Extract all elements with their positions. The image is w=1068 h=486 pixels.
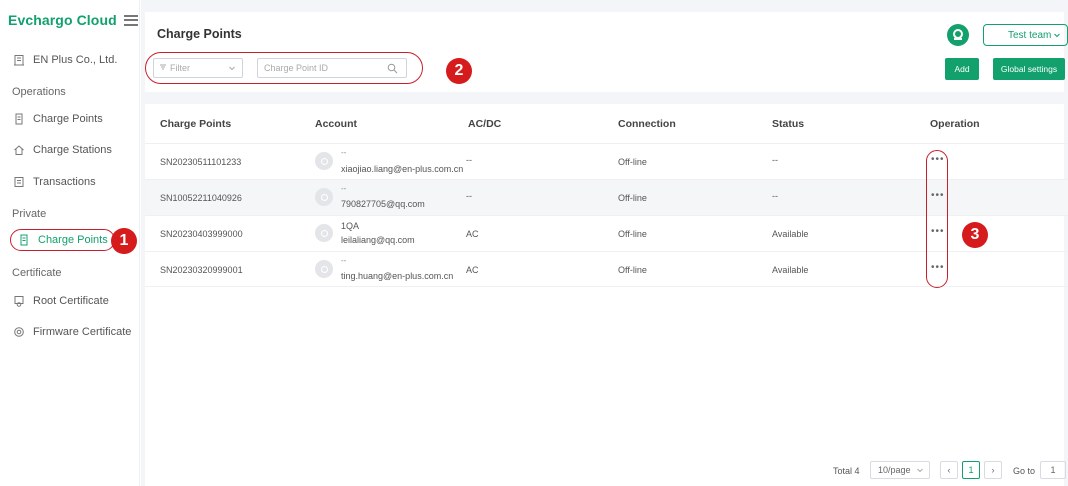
cell-connection: Off-line xyxy=(618,193,647,203)
add-button[interactable]: Add xyxy=(945,58,979,80)
cell-status: Available xyxy=(772,265,809,275)
cell-charge-point-id: SN10052211040926 xyxy=(160,193,242,203)
cell-acdc: AC xyxy=(466,229,479,239)
user-logo-icon[interactable] xyxy=(947,24,969,46)
goto-page-input[interactable]: 1 xyxy=(1040,461,1066,479)
sidebar-item-root-certificate[interactable]: Root Certificate xyxy=(12,291,109,311)
chevron-down-icon xyxy=(1053,31,1061,42)
cell-acdc: -- xyxy=(466,155,472,165)
cell-account-email: ting.huang@en-plus.com.cn xyxy=(341,271,454,281)
page-size-value: 10/page xyxy=(878,465,911,475)
cell-account-name: -- xyxy=(341,148,347,157)
receipt-icon xyxy=(12,176,25,189)
cell-acdc: -- xyxy=(466,191,472,201)
prev-page-button[interactable]: ‹ xyxy=(940,461,958,479)
sidebar-company-label: EN Plus Co., Ltd. xyxy=(33,54,118,66)
column-header-acdc: AC/DC xyxy=(468,118,502,130)
certificate-icon xyxy=(12,295,25,308)
sidebar-item-transactions[interactable]: Transactions xyxy=(12,172,96,192)
cell-status: Available xyxy=(772,229,809,239)
annotation-badge-1: 1 xyxy=(111,228,137,254)
cell-charge-point-id: SN20230511101233 xyxy=(160,157,242,167)
charger-icon xyxy=(17,234,30,247)
cell-connection: Off-line xyxy=(618,229,647,239)
sidebar-item-label: Root Certificate xyxy=(33,295,109,307)
cell-charge-point-id: SN20230403999000 xyxy=(160,229,243,239)
team-select-value: Test team xyxy=(1008,29,1052,41)
cell-account-name: -- xyxy=(341,184,347,193)
section-operations: Operations xyxy=(12,86,66,98)
section-certificate: Certificate xyxy=(12,267,62,279)
global-settings-button[interactable]: Global settings xyxy=(993,58,1065,80)
annotation-badge-2: 2 xyxy=(446,58,472,84)
sidebar-item-label: Charge Stations xyxy=(33,144,112,156)
column-header-account: Account xyxy=(315,118,357,130)
column-header-operation: Operation xyxy=(930,118,980,130)
brand: Evchargo Cloud xyxy=(0,0,139,40)
page-1-button[interactable]: 1 xyxy=(962,461,980,479)
column-header-charge-points: Charge Points xyxy=(160,118,232,130)
sidebar-item-label: Charge Points xyxy=(38,234,108,246)
team-select[interactable]: Test team xyxy=(983,24,1068,46)
cell-account-email: leilaliang@qq.com xyxy=(341,235,415,245)
cell-acdc: AC xyxy=(466,265,479,275)
sidebar-item-private-charge-points[interactable]: Charge Points xyxy=(10,229,115,251)
cell-account-email: 790827705@qq.com xyxy=(341,199,425,209)
cell-status: -- xyxy=(772,155,778,165)
next-page-button[interactable]: › xyxy=(984,461,1002,479)
brand-name: Evchargo Cloud xyxy=(8,12,117,28)
hamburger-menu-icon[interactable] xyxy=(123,14,138,26)
chevron-down-icon xyxy=(916,466,924,476)
section-private: Private xyxy=(12,208,47,220)
column-header-status: Status xyxy=(772,118,805,130)
avatar xyxy=(315,224,333,242)
cell-status: -- xyxy=(772,191,778,201)
sidebar-item-label: Transactions xyxy=(33,176,96,188)
avatar xyxy=(315,152,333,170)
cell-account-email: xiaojiao.liang@en-plus.com.cn xyxy=(341,164,464,174)
charger-icon xyxy=(12,113,25,126)
avatar xyxy=(315,260,333,278)
annotation-highlight-2 xyxy=(145,52,423,84)
home-icon xyxy=(12,144,25,157)
sidebar-item-label: Firmware Certificate xyxy=(33,326,132,338)
goto-label: Go to xyxy=(1013,466,1036,476)
sidebar-item-charge-stations[interactable]: Charge Stations xyxy=(12,140,112,160)
cell-account-name: -- xyxy=(341,256,347,265)
pagination-total: Total 4 xyxy=(833,466,860,476)
cell-connection: Off-line xyxy=(618,157,647,167)
sidebar-item-label: Charge Points xyxy=(33,113,103,125)
page-title: Charge Points xyxy=(157,27,242,41)
page-size-select[interactable]: 10/page xyxy=(870,461,930,479)
cell-account-name: 1QA xyxy=(341,221,360,231)
header-card: Charge Points Filter Charge Point ID Tes… xyxy=(145,12,1068,92)
sidebar-item-firmware-certificate[interactable]: Firmware Certificate xyxy=(12,322,131,342)
cell-charge-point-id: SN20230320999001 xyxy=(160,265,243,275)
building-icon xyxy=(12,54,25,67)
sidebar-item-charge-points[interactable]: Charge Points xyxy=(12,109,103,129)
column-header-connection: Connection xyxy=(618,118,676,130)
annotation-highlight-3 xyxy=(926,150,948,288)
gear-icon xyxy=(12,326,25,339)
sidebar-company[interactable]: EN Plus Co., Ltd. xyxy=(12,50,117,70)
annotation-badge-3: 3 xyxy=(962,222,988,248)
cell-connection: Off-line xyxy=(618,265,647,275)
avatar xyxy=(315,188,333,206)
